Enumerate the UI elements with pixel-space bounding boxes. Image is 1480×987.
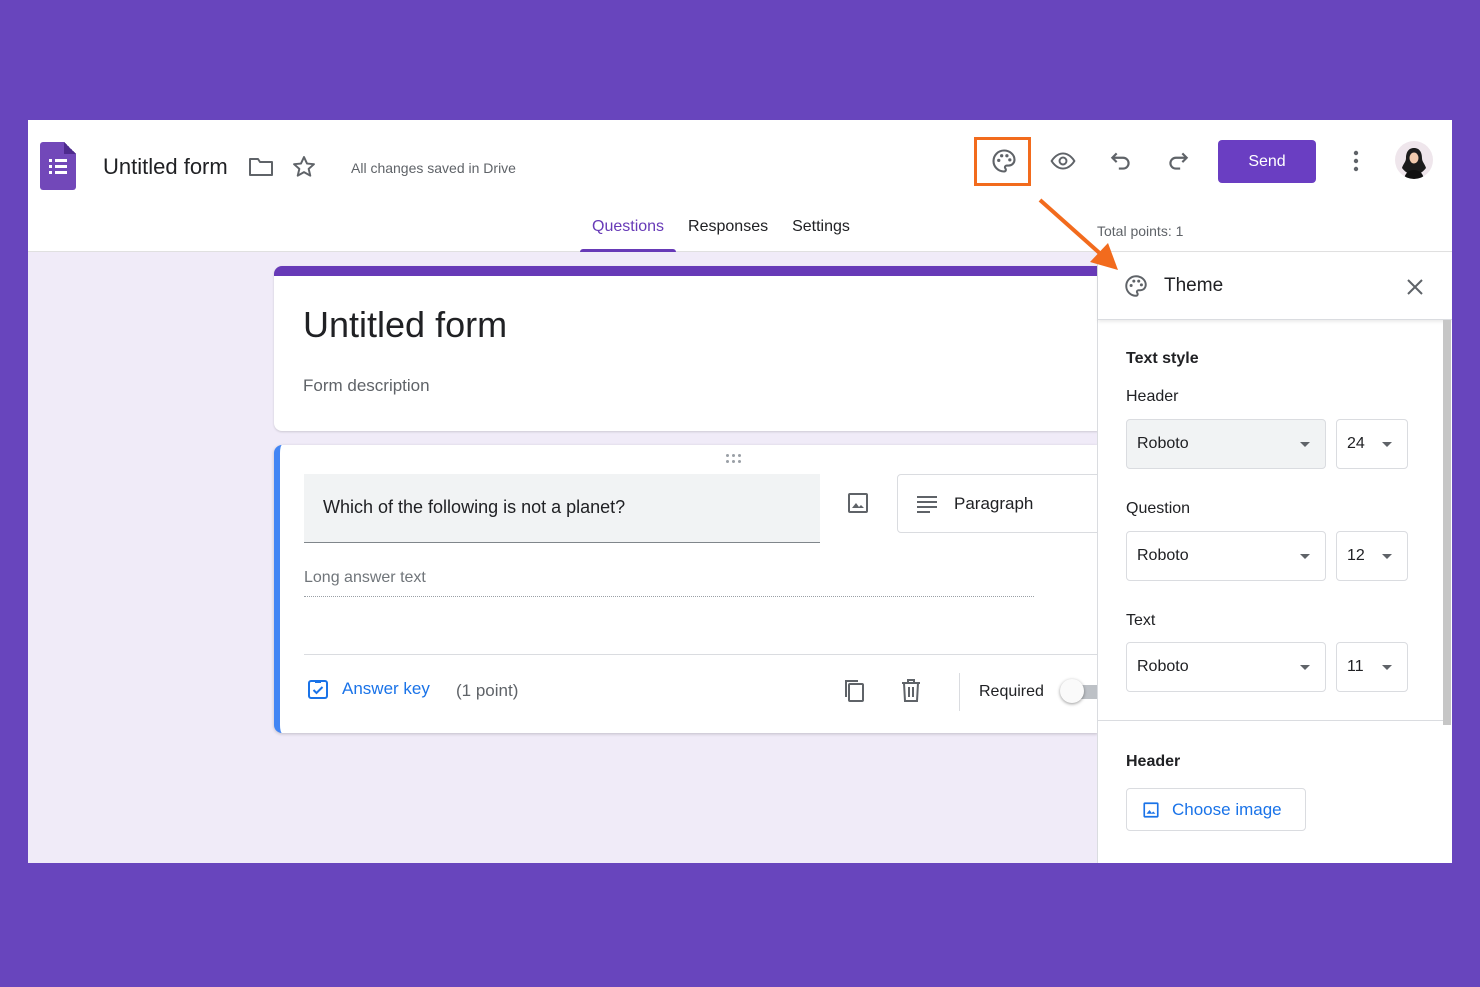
point-value: (1 point) <box>456 681 519 700</box>
question-text-input[interactable]: Which of the following is not a planet? <box>304 474 820 543</box>
chevron-down-icon <box>1300 442 1310 447</box>
question-font-value: Roboto <box>1137 547 1189 564</box>
tab-settings[interactable]: Settings <box>780 218 862 252</box>
text-size-select[interactable]: 11 <box>1336 642 1408 692</box>
text-style-label: Text <box>1126 612 1156 629</box>
theme-panel-title: Theme <box>1164 275 1224 296</box>
chevron-down-icon <box>1300 554 1310 559</box>
tab-responses[interactable]: Responses <box>676 218 780 252</box>
eye-icon[interactable] <box>1048 148 1078 174</box>
more-vert-icon[interactable] <box>1346 148 1366 174</box>
copy-icon[interactable] <box>842 678 866 704</box>
required-label: Required <box>979 683 1044 700</box>
checklist-icon <box>306 677 330 701</box>
required-toggle-knob[interactable] <box>1060 679 1084 703</box>
question-size-select[interactable]: 12 <box>1336 531 1408 581</box>
header-style-label: Header <box>1126 388 1179 405</box>
question-size-value: 12 <box>1347 547 1365 564</box>
theme-panel: Theme Text style Header Roboto 24 Questi… <box>1097 253 1452 863</box>
theme-panel-header: Theme <box>1098 253 1452 320</box>
header-size-select[interactable]: 24 <box>1336 419 1408 469</box>
choose-image-label: Choose image <box>1172 799 1282 819</box>
image-icon[interactable] <box>846 491 870 515</box>
header-section-heading: Header <box>1126 753 1181 770</box>
chevron-down-icon <box>1382 554 1392 559</box>
send-button[interactable]: Send <box>1218 140 1316 183</box>
redo-icon[interactable] <box>1165 148 1191 174</box>
header-font-select[interactable]: Roboto <box>1126 419 1326 469</box>
answer-key-button[interactable]: Answer key <box>306 677 430 701</box>
close-icon[interactable] <box>1403 275 1427 299</box>
avatar[interactable] <box>1395 141 1433 179</box>
text-font-select[interactable]: Roboto <box>1126 642 1326 692</box>
tab-questions[interactable]: Questions <box>580 218 677 252</box>
question-type-select[interactable]: Paragraph <box>897 474 1107 533</box>
text-style-heading: Text style <box>1126 350 1199 367</box>
app-header: Untitled form All changes saved in Drive… <box>28 120 1452 252</box>
question-font-select[interactable]: Roboto <box>1126 531 1326 581</box>
form-title[interactable]: Untitled form <box>303 304 507 346</box>
drag-handle-icon[interactable] <box>726 454 746 466</box>
answer-key-label: Answer key <box>342 679 430 698</box>
app-window: Untitled form All changes saved in Drive… <box>28 120 1452 863</box>
text-font-value: Roboto <box>1137 658 1189 675</box>
choose-image-button[interactable]: Choose image <box>1126 788 1306 831</box>
question-card[interactable]: Which of the following is not a planet? … <box>274 445 1107 733</box>
form-tabs: Questions Responses Settings <box>580 218 862 252</box>
document-title[interactable]: Untitled form <box>103 154 228 180</box>
palette-icon <box>1123 273 1149 299</box>
theme-panel-scrollbar[interactable] <box>1443 320 1451 725</box>
chevron-down-icon <box>1382 665 1392 670</box>
forms-logo-icon[interactable] <box>40 142 76 190</box>
folder-icon[interactable] <box>248 156 274 178</box>
chevron-down-icon <box>1300 665 1310 670</box>
text-size-value: 11 <box>1347 658 1364 675</box>
form-title-card: Untitled form Form description <box>274 266 1098 431</box>
total-points: Total points: 1 <box>1097 223 1184 239</box>
question-style-label: Question <box>1126 500 1191 517</box>
star-icon[interactable] <box>291 154 317 180</box>
chevron-down-icon <box>1382 442 1392 447</box>
question-type-label: Paragraph <box>954 493 1034 513</box>
long-answer-placeholder: Long answer text <box>304 569 1034 597</box>
header-size-value: 24 <box>1347 435 1365 452</box>
paragraph-icon <box>916 495 938 513</box>
undo-icon[interactable] <box>1108 148 1134 174</box>
header-font-value: Roboto <box>1137 435 1189 452</box>
palette-icon[interactable] <box>990 147 1018 175</box>
trash-icon[interactable] <box>900 678 922 704</box>
form-canvas: Untitled form Form description Which of … <box>28 252 1107 863</box>
form-description[interactable]: Form description <box>303 376 430 396</box>
image-icon <box>1142 801 1160 819</box>
save-status: All changes saved in Drive <box>351 160 516 176</box>
